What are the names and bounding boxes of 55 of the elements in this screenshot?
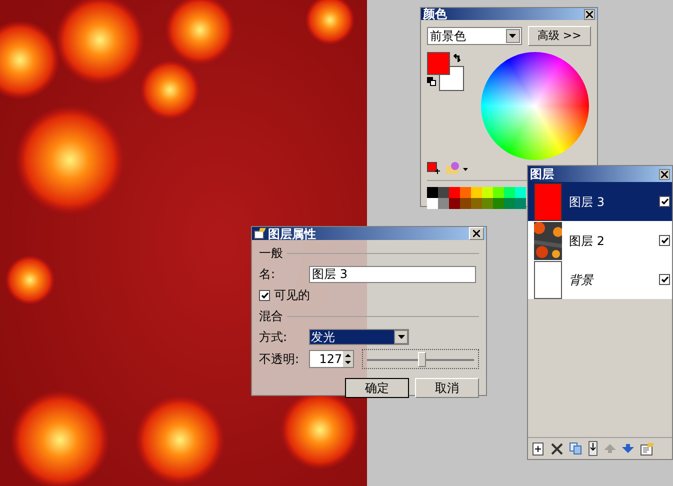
layer-name: 背景 — [569, 272, 595, 288]
layer-thumbnail — [534, 222, 562, 260]
cancel-button[interactable]: 取消 — [415, 378, 479, 398]
dropdown-value: 发光 — [310, 330, 394, 344]
add-color-icon[interactable] — [427, 162, 440, 174]
layer-thumbnail — [534, 182, 562, 220]
advanced-button[interactable]: 高级 >> — [528, 26, 591, 46]
blend-mode-dropdown[interactable]: 发光 — [309, 329, 409, 345]
close-button[interactable] — [659, 168, 670, 180]
swap-colors-icon[interactable] — [453, 54, 461, 62]
name-label: 名: — [259, 266, 276, 283]
checkmark-icon — [660, 237, 668, 244]
properties-icon[interactable] — [640, 442, 655, 456]
mode-label: 方式: — [259, 329, 288, 346]
color-palette[interactable] — [427, 187, 526, 209]
dialog-title: 图层属性 — [268, 228, 316, 240]
opacity-value: 127 — [318, 351, 344, 368]
opacity-label: 不透明: — [259, 351, 300, 368]
visible-label: 可见的 — [274, 287, 310, 304]
new-layer-icon[interactable] — [532, 442, 545, 456]
delete-icon[interactable] — [551, 442, 563, 454]
opacity-spinner[interactable]: 127 — [308, 350, 354, 368]
color-target-dropdown[interactable]: 前景色 — [427, 27, 522, 45]
palette-menu-icon[interactable] — [446, 162, 468, 174]
checkmark-icon — [260, 292, 268, 298]
checkbox[interactable] — [659, 274, 670, 285]
close-icon — [586, 10, 593, 18]
slider-thumb[interactable] — [418, 352, 426, 367]
dropdown-value: 前景色 — [430, 28, 466, 45]
arrow-down-icon[interactable] — [622, 444, 634, 453]
duplicate-icon[interactable] — [569, 442, 582, 455]
layer-name: 图层 2 — [569, 232, 606, 250]
checkmark-icon — [660, 276, 668, 283]
close-button[interactable] — [584, 8, 595, 20]
layer-thumbnail — [534, 260, 562, 298]
section-label: 混合 — [259, 308, 283, 325]
close-icon — [473, 230, 480, 237]
dialog-icon — [254, 228, 266, 239]
name-field[interactable]: 图层 3 — [309, 266, 476, 282]
panel-title: 颜色 — [423, 8, 447, 20]
opacity-slider[interactable] — [362, 349, 479, 369]
section-label: 一般 — [259, 245, 283, 262]
spinner-arrows-icon — [343, 351, 354, 367]
checkbox[interactable] — [659, 235, 670, 246]
close-icon — [661, 170, 668, 178]
layer-name: 图层 3 — [569, 194, 606, 210]
layer-row[interactable]: 图层 3 — [528, 182, 672, 221]
merge-down-icon[interactable] — [588, 441, 598, 456]
checkmark-icon — [660, 198, 668, 205]
checkbox[interactable] — [659, 196, 670, 207]
reset-colors-icon[interactable] — [427, 77, 436, 86]
panel-title: 图层 — [530, 168, 554, 180]
ok-button[interactable]: 确定 — [345, 378, 409, 398]
color-swatches-drawing[interactable] — [427, 52, 464, 91]
checkbox[interactable] — [259, 290, 270, 300]
